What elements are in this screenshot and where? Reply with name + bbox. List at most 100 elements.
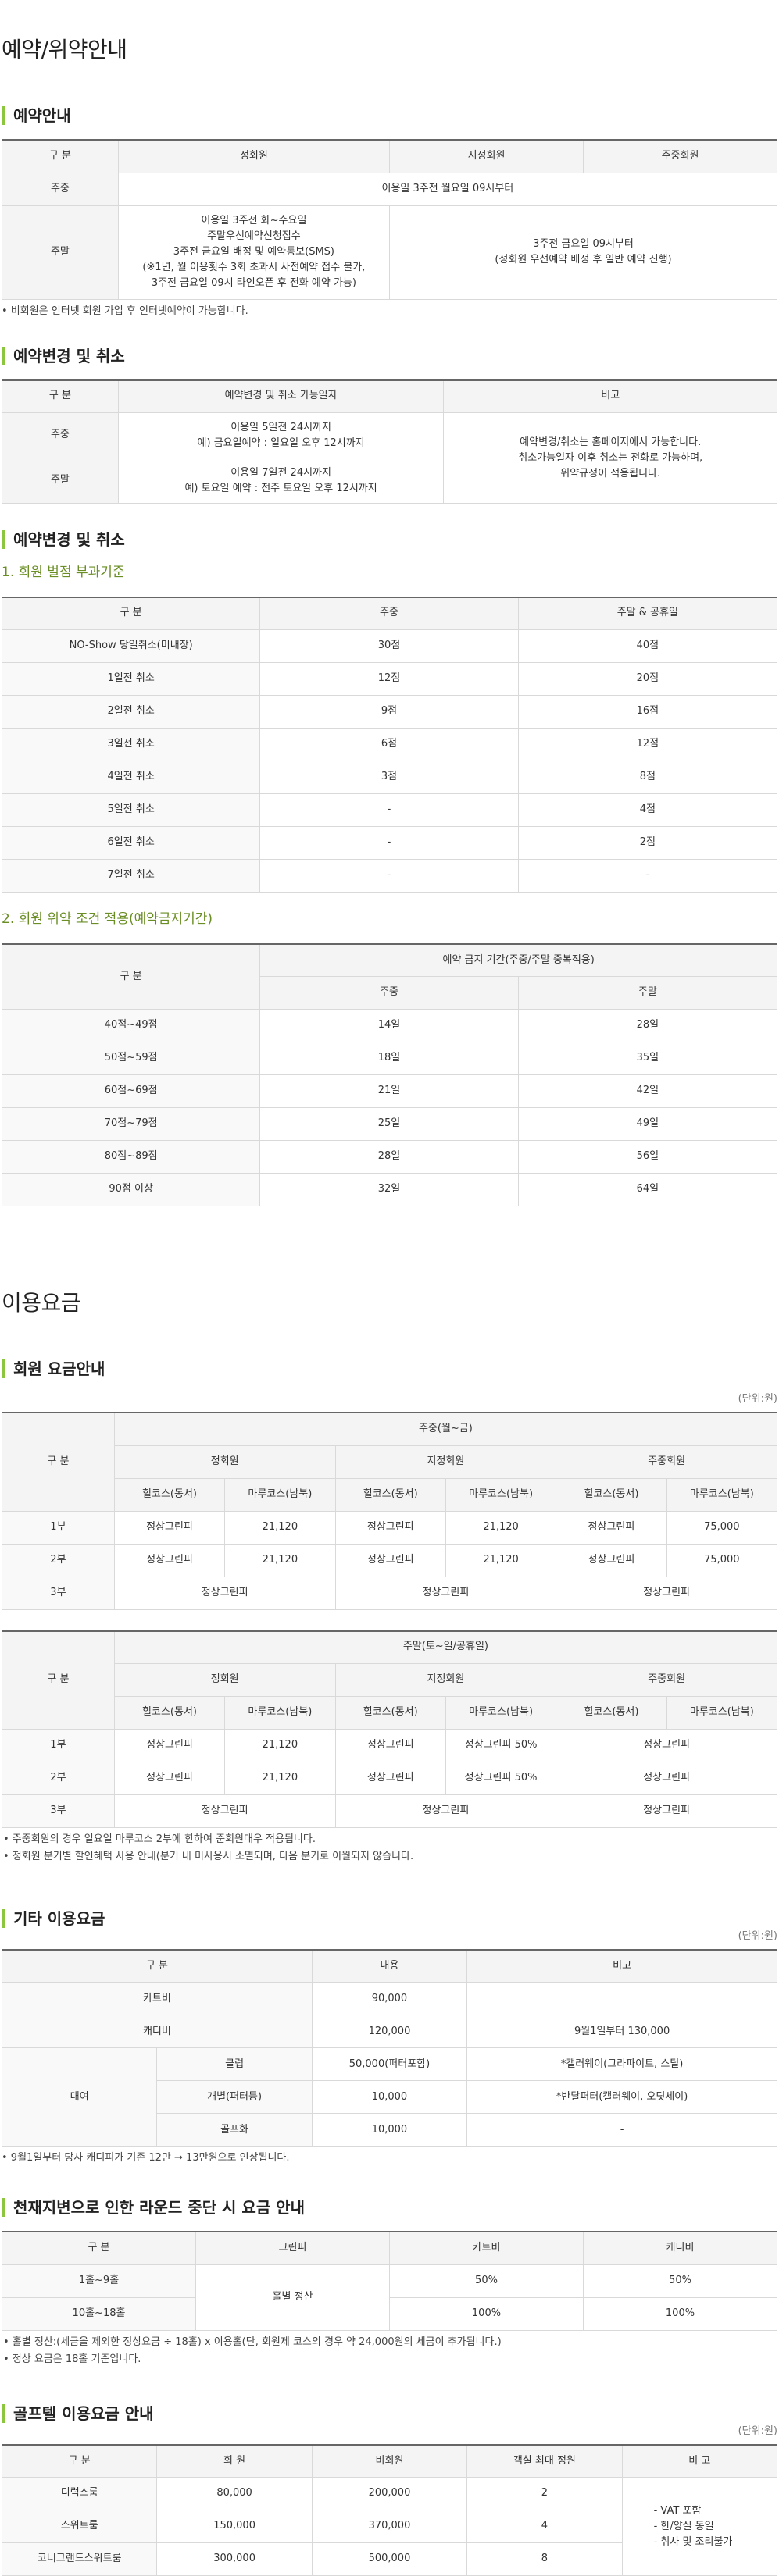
col-header: 구 분 (1, 943, 261, 1010)
col-header: 구 분 (2, 379, 119, 413)
weekend-designated-text: 3주전 금요일 09시부터 (정회원 우선예약 배정 후 일반 예약 진행) (388, 205, 778, 300)
table-row: 7일전 취소 - - (1, 859, 778, 893)
col-header: 힐코스(동서) (334, 1696, 446, 1730)
other-fee-table: 구 분 내용 비고 카트비 90,000 캐디비 120,000 9월1일부터 … (1, 1948, 777, 2147)
section-title-reservation-change: 예약변경 및 취소 (2, 346, 777, 365)
penalty-subtitle-2: 2. 회원 위약 조건 적용(예약금지기간) (2, 911, 213, 928)
col-header: 주말 & 공휴일 (517, 597, 778, 631)
table-row: 2부 정상그린피 21,120 정상그린피 21,120 정상그린피 75,000 (2, 1543, 778, 1577)
table-row: 80점~89점 28일 56일 (1, 1140, 778, 1174)
table-row: 6일전 취소 -2점 (1, 826, 778, 860)
col-header: 힐코스(동서) (113, 1477, 226, 1512)
table-row: 90점 이상 32일 64일 (1, 1173, 778, 1207)
section-title-member-fees: 회원 요금안내 (2, 1359, 777, 1379)
reservation-change-table: 구 분 예약변경 및 취소 가능일자 비고 주중 이용일 5일전 24시까지 예… (2, 379, 777, 504)
section-title-penalty: 예약변경 및 취소 (2, 530, 777, 549)
table-row: 40점~49점 14일 28일 (1, 1009, 778, 1043)
weather-fee-table: 구 분 그린피 카트비 캐디비 1홀~9홀 홀별 정산 50% 50% 10홀~… (2, 2231, 777, 2331)
page-title-fees: 이용요금 (2, 1290, 81, 1317)
row-label-weekend: 주말 (2, 458, 119, 504)
unit-label: (단위:원) (738, 1393, 777, 1406)
table-row: 대여 클럽 50,000(퍼터포함) *캘러웨이(그라파이트, 스틸) (1, 2047, 777, 2147)
unit-label: (단위:원) (738, 1930, 777, 1943)
col-header: 카트비 (389, 2231, 584, 2265)
col-header: 캐디비 (583, 2231, 777, 2265)
col-header: 힐코스(동서) (556, 1477, 667, 1512)
section-title-other-fees: 기타 이용요금 (2, 1909, 777, 1929)
col-header: 정회원 (113, 1663, 336, 1698)
col-header: 구 분 (1, 2444, 158, 2478)
col-header: 비회원 (311, 2444, 468, 2478)
page-title-reservation: 예약/위약안내 (2, 37, 127, 62)
table-row: 60점~69점 21일 42일 (1, 1074, 778, 1109)
table-row: 4일전 취소 3점 8점 (1, 761, 778, 795)
section-title-reservation-info: 예약안내 (2, 106, 777, 125)
col-header: 힐코스(동서) (113, 1696, 226, 1730)
table-row: 5일전 취소 -4점 (1, 793, 778, 828)
col-header: 지정회원 (334, 1663, 557, 1698)
col-header-group: 예약 금지 기간(주중/주말 중복적용) (259, 943, 777, 978)
row-label-weekend: 주말 (2, 205, 119, 300)
weekend-change-text: 이용일 7일전 24시까지 예) 토요일 예약 : 전주 토요일 오후 12시까… (117, 458, 445, 504)
table-row: 캐디비 120,000 9월1일부터 130,000 (2, 2015, 777, 2049)
col-header: 회 원 (156, 2444, 313, 2478)
weather-notes: • 홀별 정산:(세금을 제외한 정상요금 ÷ 18홀) x 이용홀(단, 회원… (3, 2336, 502, 2365)
table-row: 3부 정상그린피 정상그린피 정상그린피 (2, 1576, 777, 1610)
col-header: 주중 (259, 976, 519, 1010)
col-header: 마루코스(남북) (445, 1477, 557, 1512)
col-header: 구 분 (2, 1949, 313, 1983)
table-row: 50점~59점 18일 35일 (1, 1042, 778, 1076)
reservation-info-table: 구 분 정회원 지정회원 주중회원 주중 이용일 3주전 월요일 09시부터 주… (2, 139, 778, 300)
col-header: 주말 (517, 976, 778, 1010)
col-header: 구 분 (2, 1630, 115, 1730)
table-row: 1홀~9홀 홀별 정산 50% 50% (2, 2264, 777, 2331)
table-row: NO-Show 당일취소(미내장) 30점 40점 (1, 629, 778, 664)
col-header: 비고 (466, 1949, 777, 1983)
col-header: 그린피 (195, 2231, 390, 2265)
table-row: 디럭스룸 80,000 200,000 2 - VAT 포함 - 한/양실 동일… (1, 2477, 778, 2576)
penalty-subtitle-1: 1. 회원 벌점 부과기준 (2, 565, 125, 580)
weekday-reservation-text: 이용일 3주전 월요일 09시부터 (117, 172, 778, 206)
penalty-ban-table: 구 분 예약 금지 기간(주중/주말 중복적용) 주중 주말 40점~49점 14… (1, 942, 778, 1207)
col-header: 지정회원 (334, 1445, 557, 1479)
table-row: 카트비 90,000 (2, 1982, 777, 2016)
golftel-remarks: - VAT 포함 - 한/양실 동일 - 취사 및 조리불가 (621, 2477, 778, 2576)
section-title-golftel: 골프텔 이용요금 안내 (2, 2403, 777, 2423)
table-row: 3부 정상그린피 정상그린피 정상그린피 (2, 1794, 777, 1829)
reservation-note: • 비회원은 인터넷 회원 가입 후 인터넷예약이 가능합니다. (2, 305, 248, 317)
member-fee-weekend-table: 구 분 주말(토~일/공휴일) 정회원 지정회원 주중회원 힐코스(동서) 마루… (2, 1630, 778, 1829)
table-row: 3일전 취소 6점 12점 (1, 728, 778, 762)
col-header: 힐코스(동서) (556, 1696, 667, 1730)
table-row: 1부 정상그린피 21,120 정상그린피 정상그린피 50% 정상그린피 (2, 1729, 777, 1763)
row-label-weekday: 주중 (2, 172, 119, 206)
col-header: 구 분 (2, 2231, 196, 2265)
col-header: 마루코스(남북) (666, 1696, 778, 1730)
table-row: 2일전 취소 9점 16점 (1, 695, 778, 729)
weekend-regular-text: 이용일 3주전 화~수요일 주말우선예약신청접수 3주전 금요일 배정 및 예약… (117, 205, 390, 300)
col-header: 예약변경 및 취소 가능일자 (117, 379, 445, 413)
col-header: 주중회원 (582, 139, 778, 173)
table-row: 10홀~18홀 100% 100% (2, 2296, 777, 2331)
other-fee-note: • 9월1일부터 당사 캐디피가 기존 12만 → 13만원으로 인상됩니다. (2, 2152, 290, 2164)
weekday-change-text: 이용일 5일전 24시까지 예) 금요일예약 : 일요일 오후 12시까지 (117, 412, 445, 458)
col-header: 비 고 (621, 2444, 778, 2478)
table-row: 2부 정상그린피 21,120 정상그린피 정상그린피 50% 정상그린피 (2, 1762, 777, 1796)
member-fee-notes: • 주중회원의 경우 일요일 마루코스 2부에 한하여 준회원대우 적용됩니다.… (3, 1833, 414, 1863)
col-header: 구 분 (2, 1412, 115, 1512)
golftel-fee-table: 구 분 회 원 비회원 객실 최대 정원 비 고 디럭스룸 80,000 200… (1, 2443, 778, 2576)
table-row: 1부 정상그린피 21,120 정상그린피 21,120 정상그린피 75,000 (2, 1510, 778, 1545)
member-fee-weekday-table: 구 분 주중(월~금) 정회원 지정회원 주중회원 힐코스(동서) 마루코스(남… (2, 1412, 778, 1610)
col-header: 주중회원 (556, 1663, 777, 1698)
table-row: 1일전 취소 12점 20점 (1, 662, 778, 697)
col-header: 구 분 (1, 597, 261, 631)
row-label-weekday: 주중 (2, 412, 119, 458)
col-header: 비고 (443, 379, 777, 413)
col-header: 힐코스(동서) (334, 1477, 446, 1512)
table-row: 70점~79점 25일 49일 (1, 1107, 778, 1142)
col-header: 마루코스(남북) (224, 1696, 336, 1730)
unit-label: (단위:원) (738, 2425, 777, 2437)
col-header-group: 주말(토~일/공휴일) (113, 1630, 778, 1665)
col-header: 정회원 (117, 139, 390, 173)
change-remark: 예약변경/취소는 홈페이지에서 가능합니다. 취소가능일자 이후 취소는 전화로… (443, 412, 777, 504)
col-header: 주중 (259, 597, 519, 631)
